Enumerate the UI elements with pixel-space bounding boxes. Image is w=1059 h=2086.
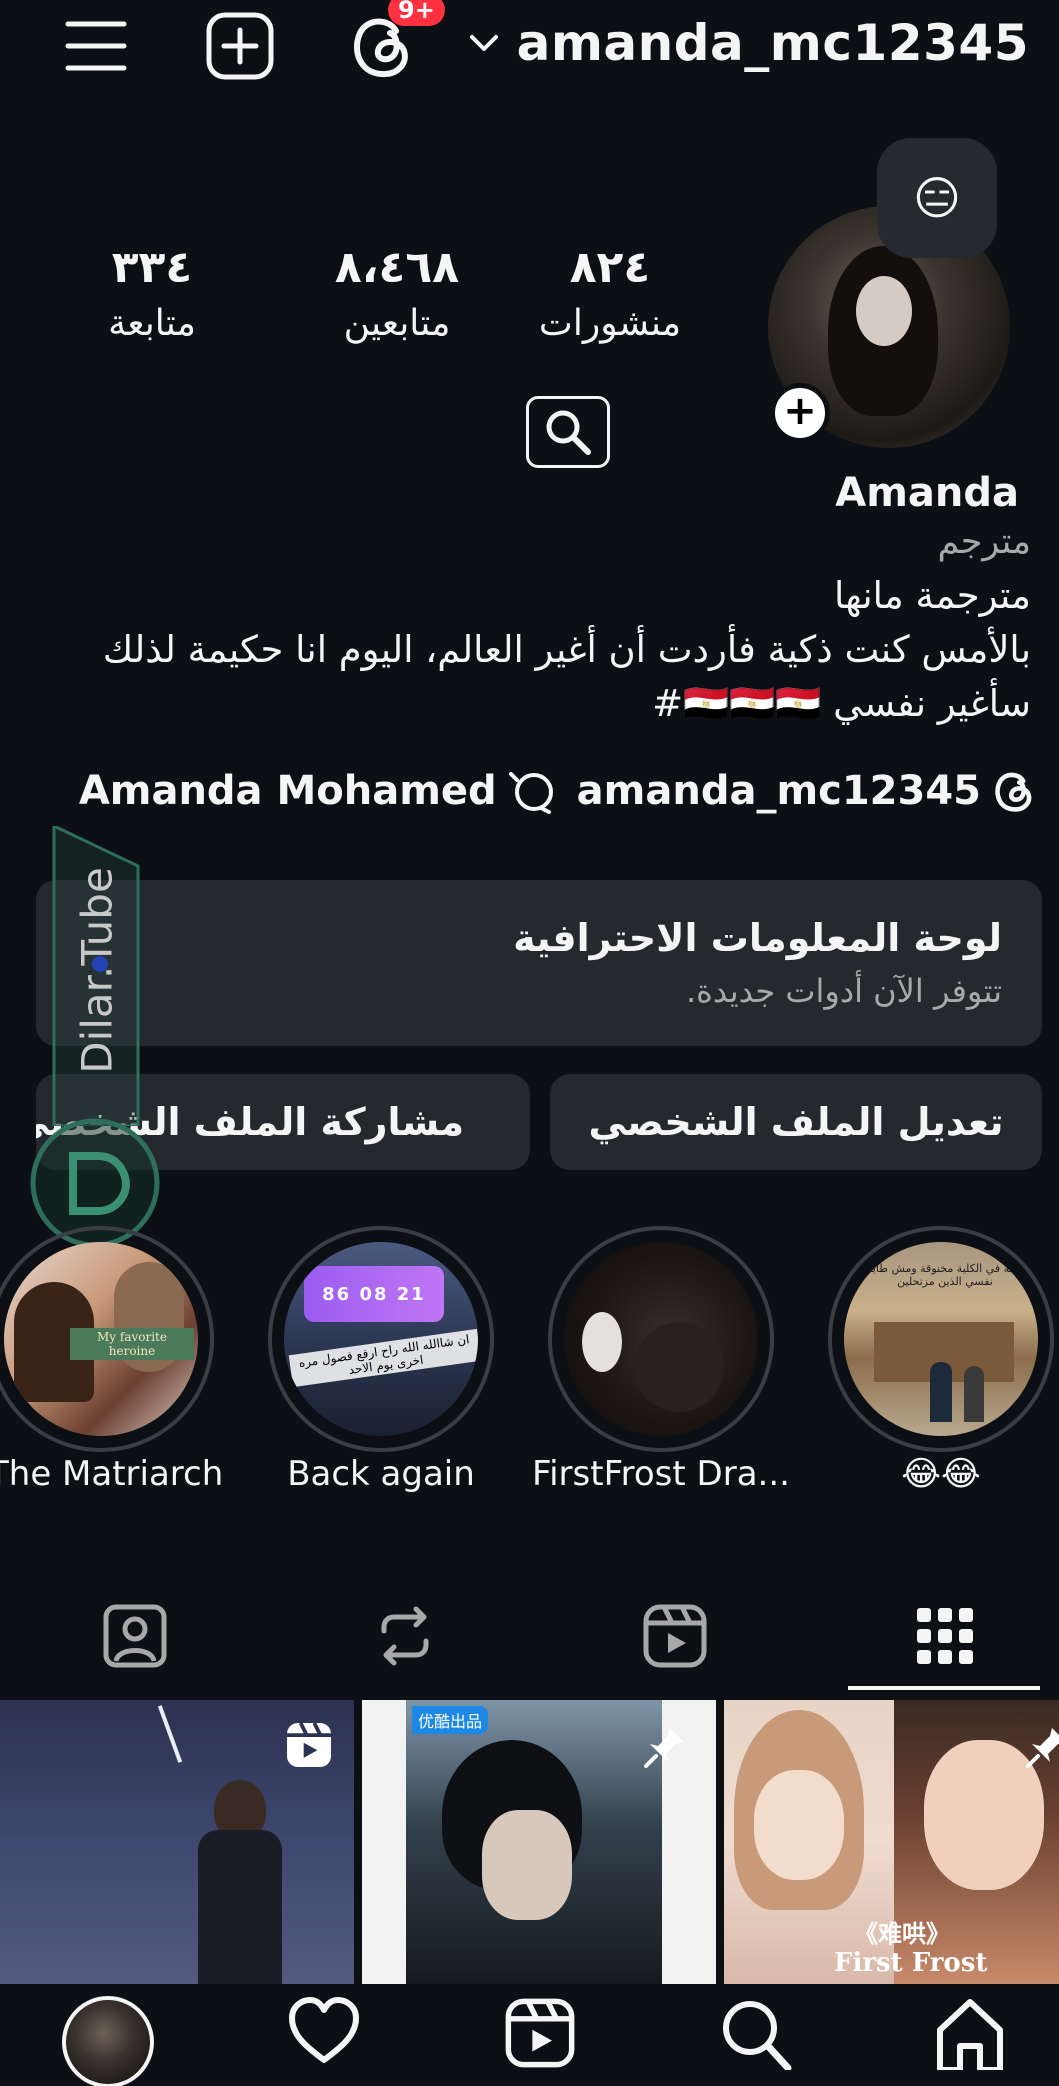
- edit-profile-button[interactable]: تعديل الملف الشخصي: [550, 1074, 1042, 1170]
- nav-reels[interactable]: [490, 1996, 590, 2086]
- posts-stat[interactable]: ٨٢٤ منشورات: [510, 242, 710, 344]
- tab-reposts[interactable]: [330, 1576, 480, 1696]
- professional-dashboard-card[interactable]: لوحة المعلومات الاحترافية تتوفر الآن أدو…: [36, 880, 1042, 1046]
- tab-grid[interactable]: [870, 1576, 1020, 1696]
- dashboard-subtitle: تتوفر الآن أدوات جديدة.: [685, 972, 1002, 1010]
- grid-post[interactable]: 《难哄》 First Frost: [724, 1700, 1059, 1984]
- highlight-label: The Matriarch: [0, 1454, 224, 1494]
- grid-post[interactable]: [0, 1700, 354, 1984]
- followers-count: ٨،٤٦٨: [334, 242, 460, 293]
- highlight-thumbnail: My favorite heroine: [4, 1242, 198, 1436]
- profile-tabs: [0, 1576, 1059, 1696]
- facebook-link[interactable]: Amanda Mohamed: [79, 768, 555, 814]
- home-icon: [937, 1999, 1003, 2070]
- highlight-label: Back again: [287, 1454, 475, 1494]
- search-nav-icon: [723, 2001, 792, 2070]
- highlight-ring: My favorite heroine: [0, 1226, 214, 1452]
- highlight-ring: 86 08 21 ان شاالله الله راح ارفع فصول مر…: [268, 1226, 494, 1452]
- highlight-ring: [548, 1226, 774, 1452]
- category-label: مترجم: [937, 522, 1031, 562]
- threads-link-text: amanda_mc12345: [576, 768, 981, 814]
- followers-label: متابعين: [343, 303, 451, 344]
- search-profile-button[interactable]: [526, 396, 610, 468]
- pin-icon: [1026, 1728, 1059, 1768]
- watermark-dot: [92, 956, 108, 972]
- reels-nav-icon: [505, 1998, 575, 2068]
- highlight-label: 😂😂: [901, 1454, 981, 1494]
- dashboard-title: لوحة المعلومات الاحترافية: [513, 916, 1002, 960]
- following-label: متابعة: [108, 303, 196, 344]
- threads-small-icon: [995, 772, 1032, 812]
- grid-post[interactable]: 优酷出品: [362, 1700, 716, 1984]
- pin-icon: [644, 1728, 684, 1768]
- notification-badge: 9+: [388, 0, 445, 26]
- highlight-caption: My favorite heroine: [70, 1328, 194, 1360]
- menu-icon[interactable]: [58, 8, 134, 84]
- edit-profile-label: تعديل الملف الشخصي: [588, 1100, 1004, 1144]
- account-switcher[interactable]: amanda_mc12345: [469, 14, 1029, 72]
- nav-avatar: [62, 1996, 154, 2086]
- threads-icon[interactable]: 9+: [344, 0, 445, 84]
- search-icon: [546, 410, 591, 455]
- nav-home[interactable]: [920, 1996, 1020, 2086]
- highlight-caption: واقفة في الكلية مخنوقة ومش طايقة نفسي ال…: [861, 1262, 1029, 1288]
- highlight-item[interactable]: FirstFrost Dra...: [532, 1226, 790, 1494]
- tab-tagged[interactable]: [60, 1576, 210, 1696]
- username-title: amanda_mc12345: [516, 14, 1029, 72]
- highlight-thumbnail: 86 08 21 ان شاالله الله راح ارفع فصول مر…: [284, 1242, 478, 1436]
- threads-link[interactable]: amanda_mc12345: [577, 768, 1035, 814]
- highlight-ring: واقفة في الكلية مخنوقة ومش طايقة نفسي ال…: [828, 1226, 1054, 1452]
- highlight-timer: 86 08 21: [322, 1283, 426, 1305]
- note-bubble[interactable]: 😑: [877, 138, 997, 258]
- highlight-item[interactable]: واقفة في الكلية مخنوقة ومش طايقة نفسي ال…: [828, 1226, 1054, 1494]
- followers-stat[interactable]: ٨،٤٦٨ متابعين: [292, 242, 502, 344]
- nav-activity[interactable]: [274, 1996, 374, 2086]
- post-caption: First Frost: [834, 1948, 988, 1978]
- repost-icon: [381, 1606, 429, 1666]
- note-emoji: 😑: [913, 171, 961, 225]
- bio-line-2: بالأمس كنت ذكية فأردت أن أغير العالم، ال…: [102, 628, 1031, 671]
- profile-links: Amanda Mohamed amanda_mc12345: [79, 768, 1035, 814]
- highlight-item[interactable]: 86 08 21 ان شاالله الله راح ارفع فصول مر…: [268, 1226, 494, 1494]
- reel-indicator-icon: [287, 1722, 331, 1767]
- reels-icon: [643, 1604, 707, 1668]
- messenger-icon: [508, 772, 553, 814]
- following-stat[interactable]: ٣٣٤ متابعة: [60, 242, 244, 344]
- facebook-link-text: Amanda Mohamed: [78, 768, 497, 814]
- chevron-down-icon: [469, 35, 498, 51]
- tab-reels[interactable]: [600, 1576, 750, 1696]
- highlight-caption: ان شاالله الله راح ارفع فصول مره اخرى يو…: [288, 1328, 478, 1388]
- heart-icon: [289, 1997, 359, 2063]
- highlight-thumbnail: [564, 1242, 758, 1436]
- tagged-icon: [103, 1604, 167, 1668]
- bio-line-1: مترجمة مانها: [834, 574, 1031, 617]
- post-caption-cn: 《难哄》: [854, 1920, 950, 1948]
- display-name: Amanda: [835, 470, 1019, 516]
- grid-icon: [917, 1608, 973, 1664]
- post-tag: 优酷出品: [412, 1706, 489, 1734]
- bio-line-3: سأغير نفسي 🇪🇬🇪🇬🇪🇬#: [652, 682, 1031, 725]
- add-story-button[interactable]: +: [770, 383, 830, 443]
- bottom-nav: [0, 1986, 1059, 2086]
- nav-profile[interactable]: [58, 1996, 158, 2086]
- following-count: ٣٣٤: [111, 242, 193, 293]
- create-icon[interactable]: [202, 8, 278, 84]
- active-tab-indicator: [848, 1686, 1040, 1690]
- watermark: Dilar.Tube: [30, 826, 160, 1248]
- nav-search[interactable]: [706, 1996, 806, 2086]
- highlight-label: FirstFrost Dra...: [532, 1454, 790, 1494]
- highlight-thumbnail: واقفة في الكلية مخنوقة ومش طايقة نفسي ال…: [844, 1242, 1038, 1436]
- posts-label: منشورات: [538, 303, 682, 344]
- posts-count: ٨٢٤: [569, 242, 651, 293]
- highlight-item[interactable]: My favorite heroine The Matriarch: [0, 1226, 223, 1494]
